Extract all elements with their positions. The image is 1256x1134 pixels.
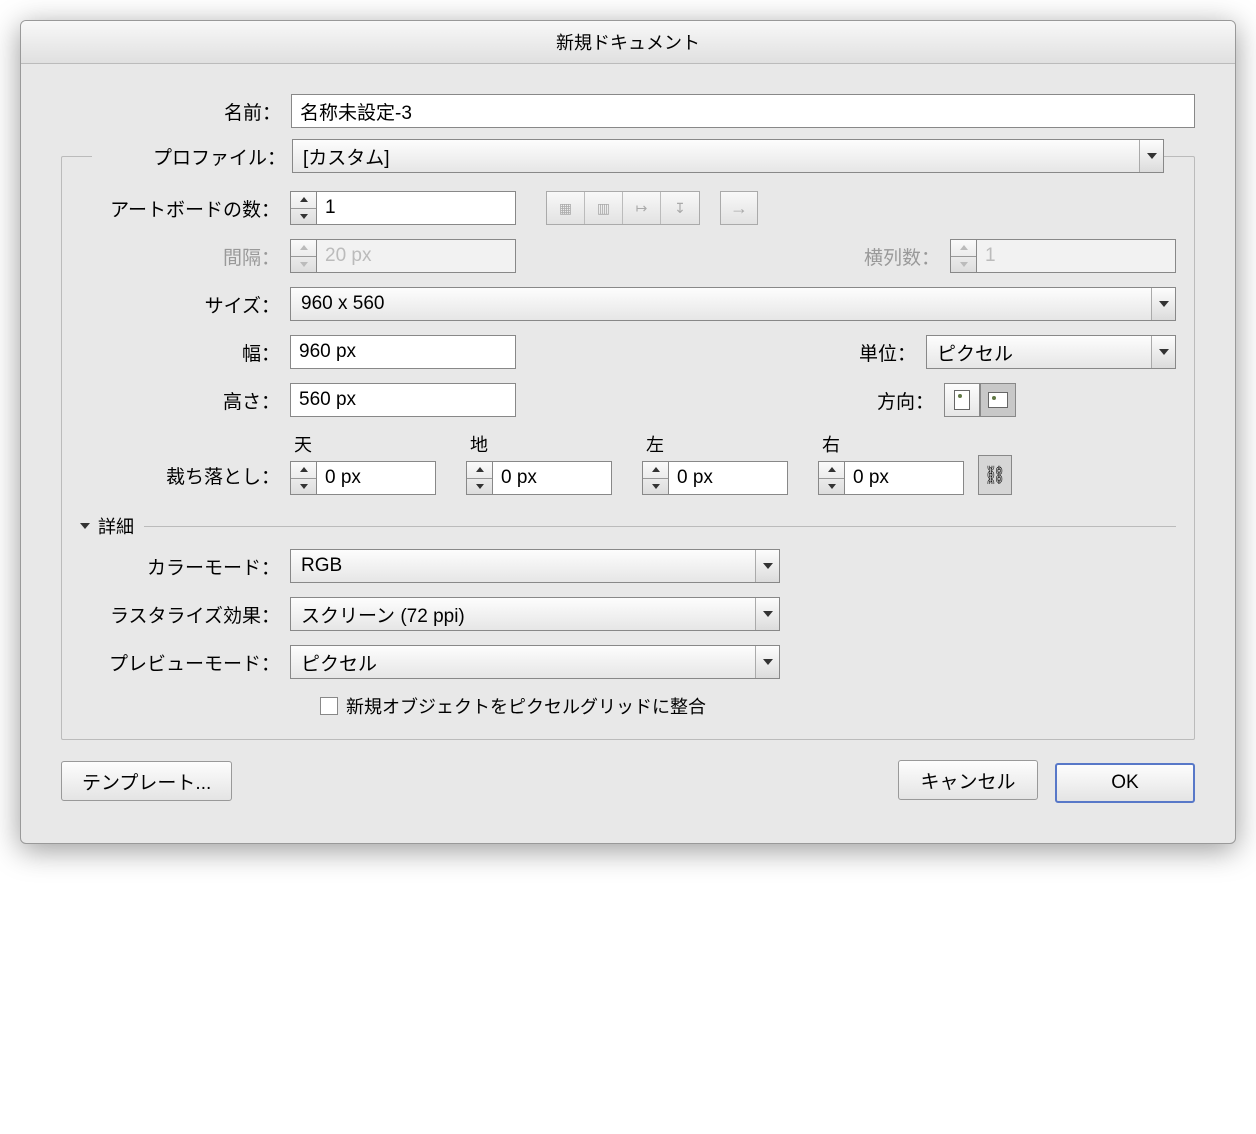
size-dropdown[interactable]: 960 x 560 bbox=[290, 287, 1176, 321]
chevron-down-icon bbox=[1151, 288, 1175, 320]
stepper-buttons-icon[interactable] bbox=[818, 461, 844, 495]
raster-effects-dropdown[interactable]: スクリーン (72 ppi) bbox=[290, 597, 780, 631]
artboards-input[interactable] bbox=[316, 191, 516, 225]
grid-by-row-icon[interactable]: ▦ bbox=[547, 192, 585, 224]
arrange-right-icon[interactable]: ↦ bbox=[623, 192, 661, 224]
chevron-down-icon bbox=[755, 646, 779, 678]
chevron-down-icon bbox=[755, 598, 779, 630]
artboard-layout-group: ▦ ▥ ↦ ↧ bbox=[546, 191, 700, 225]
details-label: 詳細 bbox=[98, 513, 134, 539]
profile-label: プロファイル： bbox=[92, 143, 292, 170]
stepper-buttons-icon bbox=[950, 239, 976, 273]
ok-button[interactable]: OK bbox=[1055, 763, 1195, 803]
units-value: ピクセル bbox=[937, 339, 1013, 366]
arrange-down-icon[interactable]: ↧ bbox=[661, 192, 699, 224]
width-input[interactable] bbox=[290, 335, 516, 369]
columns-spinner bbox=[950, 239, 1176, 273]
preview-mode-value: ピクセル bbox=[301, 649, 377, 676]
color-mode-value: RGB bbox=[301, 555, 342, 577]
cancel-button[interactable]: キャンセル bbox=[898, 760, 1038, 800]
template-button[interactable]: テンプレート... bbox=[61, 761, 232, 801]
spacing-label: 間隔： bbox=[80, 243, 290, 270]
stepper-buttons-icon[interactable] bbox=[290, 191, 316, 225]
name-label: 名前： bbox=[61, 98, 291, 125]
align-to-grid-label: 新規オブジェクトをピクセルグリッドに整合 bbox=[346, 693, 706, 719]
bleed-link-button[interactable]: ⛓ bbox=[978, 455, 1012, 495]
profile-dropdown[interactable]: [カスタム] bbox=[292, 139, 1164, 173]
spacing-input bbox=[316, 239, 516, 273]
color-mode-dropdown[interactable]: RGB bbox=[290, 549, 780, 583]
units-label: 単位： bbox=[859, 339, 926, 366]
details-disclosure[interactable]: 詳細 bbox=[80, 513, 1176, 539]
raster-effects-value: スクリーン (72 ppi) bbox=[301, 601, 465, 628]
width-label: 幅： bbox=[80, 339, 290, 366]
bleed-left-input[interactable] bbox=[668, 461, 788, 495]
columns-label: 横列数： bbox=[864, 243, 950, 270]
chevron-down-icon bbox=[755, 550, 779, 582]
bleed-label: 裁ち落とし： bbox=[80, 462, 290, 495]
link-icon: ⛓ bbox=[984, 465, 1007, 486]
bleed-left-label: 左 bbox=[642, 431, 788, 457]
bleed-right-spinner[interactable] bbox=[818, 461, 964, 495]
stepper-buttons-icon[interactable] bbox=[466, 461, 492, 495]
portrait-icon bbox=[954, 390, 970, 410]
bleed-left-spinner[interactable] bbox=[642, 461, 788, 495]
orientation-label: 方向： bbox=[877, 387, 944, 414]
name-input[interactable] bbox=[291, 94, 1195, 128]
height-input[interactable] bbox=[290, 383, 516, 417]
stepper-buttons-icon[interactable] bbox=[642, 461, 668, 495]
orientation-landscape-button[interactable] bbox=[980, 383, 1016, 417]
dialog-title: 新規ドキュメント bbox=[21, 21, 1235, 64]
size-value: 960 x 560 bbox=[301, 293, 384, 315]
artboards-spinner[interactable] bbox=[290, 191, 516, 225]
chevron-down-icon bbox=[1151, 336, 1175, 368]
color-mode-label: カラーモード： bbox=[80, 553, 290, 580]
stepper-buttons-icon[interactable] bbox=[290, 461, 316, 495]
artboards-label: アートボードの数： bbox=[80, 195, 290, 222]
landscape-icon bbox=[988, 392, 1008, 408]
align-to-grid-checkbox[interactable] bbox=[320, 697, 338, 715]
bleed-bottom-spinner[interactable] bbox=[466, 461, 612, 495]
bleed-right-input[interactable] bbox=[844, 461, 964, 495]
bleed-top-spinner[interactable] bbox=[290, 461, 436, 495]
raster-effects-label: ラスタライズ効果： bbox=[80, 601, 290, 628]
bleed-bottom-input[interactable] bbox=[492, 461, 612, 495]
bleed-right-label: 右 bbox=[818, 431, 964, 457]
grid-by-column-icon[interactable]: ▥ bbox=[585, 192, 623, 224]
height-label: 高さ： bbox=[80, 387, 290, 414]
size-label: サイズ： bbox=[80, 291, 290, 318]
orientation-portrait-button[interactable] bbox=[944, 383, 980, 417]
chevron-down-icon bbox=[1139, 140, 1163, 172]
stepper-buttons-icon bbox=[290, 239, 316, 273]
new-document-dialog: 新規ドキュメント 名前： プロファイル： [カスタム] アートボードの数： bbox=[20, 20, 1236, 844]
spacing-spinner bbox=[290, 239, 516, 273]
profile-value: [カスタム] bbox=[303, 143, 390, 170]
chevron-down-icon bbox=[80, 523, 90, 529]
preview-mode-dropdown[interactable]: ピクセル bbox=[290, 645, 780, 679]
columns-input bbox=[976, 239, 1176, 273]
bleed-top-input[interactable] bbox=[316, 461, 436, 495]
preview-mode-label: プレビューモード： bbox=[80, 649, 290, 676]
arrange-ltr-button[interactable]: → bbox=[720, 191, 758, 225]
bleed-top-label: 天 bbox=[290, 431, 436, 457]
units-dropdown[interactable]: ピクセル bbox=[926, 335, 1176, 369]
bleed-bottom-label: 地 bbox=[466, 431, 612, 457]
